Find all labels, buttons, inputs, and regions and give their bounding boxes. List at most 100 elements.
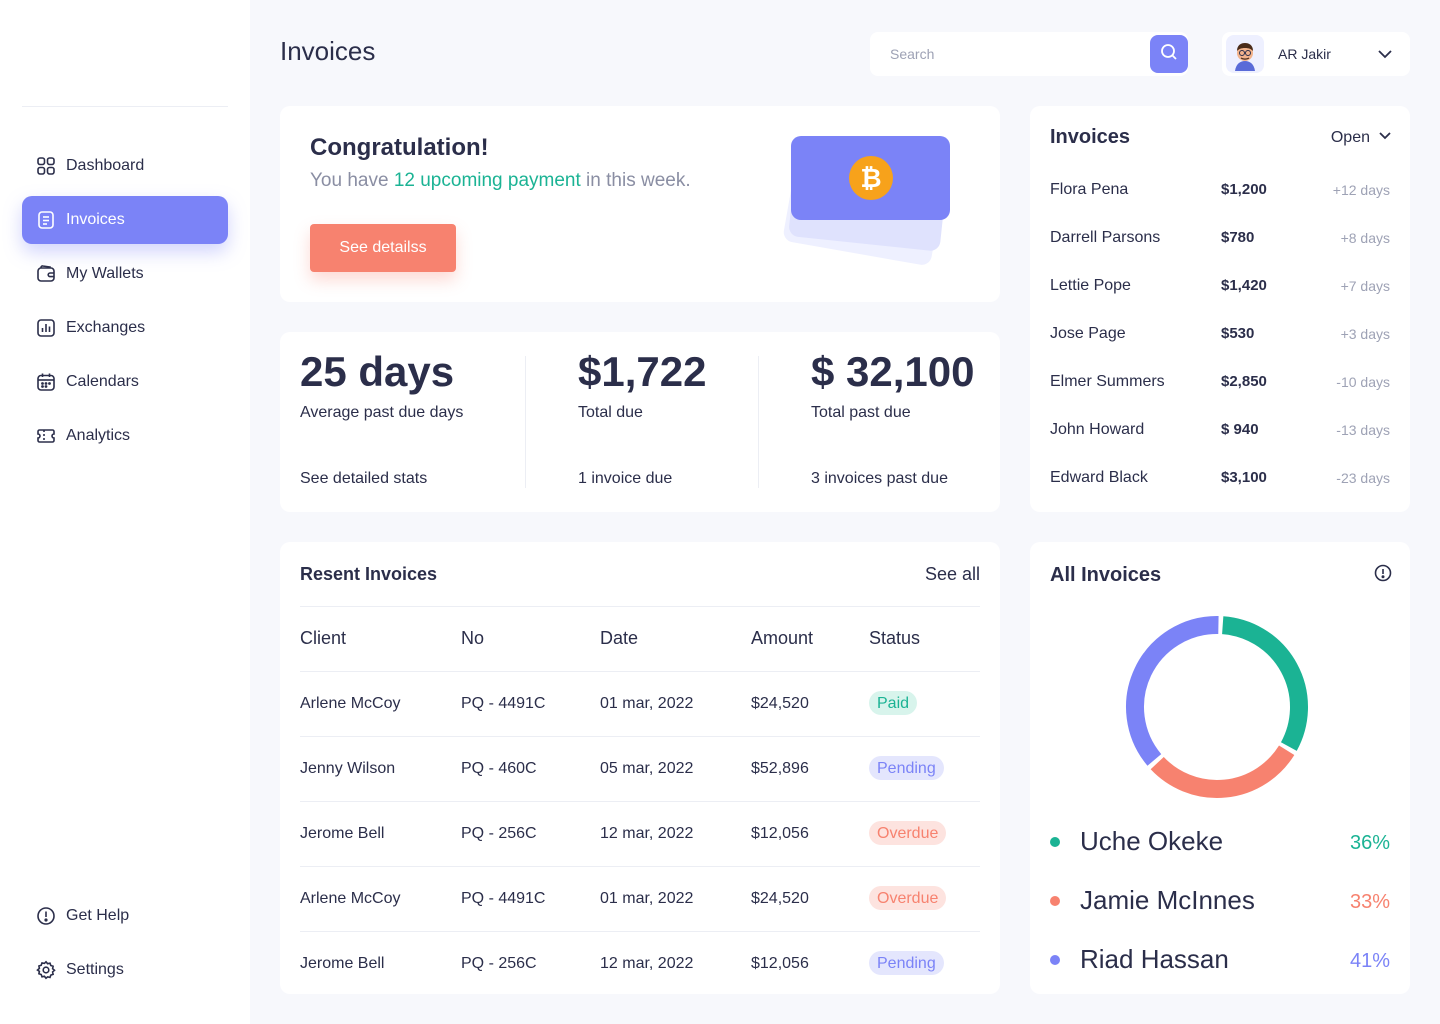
sidebar-item-label: Settings <box>66 961 124 978</box>
cell-no: PQ - 256C <box>461 825 537 842</box>
invoice-status-value: Open <box>1330 128 1370 146</box>
cell-date: 05 mar, 2022 <box>600 760 694 777</box>
invoices-panel-title: Invoices <box>1050 126 1131 148</box>
cell-date: 01 mar, 2022 <box>600 890 694 907</box>
sidebar-item-invoices[interactable]: Invoices <box>22 196 228 244</box>
cell-amount: $12,056 <box>751 955 809 972</box>
sidebar-item-get-help[interactable]: Get Help <box>22 892 228 940</box>
recent-invoices-card: Resent Invoices See all Client No Date A… <box>280 542 1000 994</box>
sidebar-item-label: Invoices <box>66 211 125 228</box>
grid-icon <box>36 156 56 176</box>
invoice-days: +8 days <box>1340 230 1390 246</box>
congrats-text: You have 12 upcoming payment in this wee… <box>310 170 691 192</box>
stats-card: 25 days Average past due days See detail… <box>280 332 1000 512</box>
legend-item: Uche Okeke 36% <box>1050 826 1390 856</box>
sidebar-item-exchanges[interactable]: Exchanges <box>22 304 228 352</box>
invoice-list-item[interactable]: Edward Black $3,100 -23 days <box>1050 469 1390 493</box>
search-icon <box>1160 43 1178 66</box>
legend-percent: 41% <box>1349 950 1390 972</box>
legend-percent: 33% <box>1349 891 1390 913</box>
stat-label: Total past due <box>811 404 911 421</box>
sidebar-item-label: Analytics <box>66 427 131 444</box>
sidebar-item-label: Dashboard <box>66 157 145 174</box>
stat-value: $1,722 <box>578 348 707 395</box>
cell-amount: $24,520 <box>751 890 809 907</box>
invoice-client-name: Flora Pena <box>1050 181 1129 198</box>
cell-date: 01 mar, 2022 <box>600 695 694 712</box>
invoice-days: +7 days <box>1340 278 1390 294</box>
column-header-amount[interactable]: Amount <box>751 628 813 649</box>
user-menu[interactable]: AR Jakir <box>1222 32 1410 76</box>
sidebar-item-label: Calendars <box>66 373 139 390</box>
upcoming-payment-highlight: 12 upcoming payment <box>393 170 581 191</box>
chart-icon <box>36 318 56 338</box>
sidebar-item-my-wallets[interactable]: My Wallets <box>22 250 228 298</box>
cell-no: PQ - 256C <box>461 955 537 972</box>
cell-no: PQ - 4491C <box>461 890 546 907</box>
invoice-list-item[interactable]: Elmer Summers $2,850 -10 days <box>1050 373 1390 397</box>
invoice-status-dropdown[interactable]: Open <box>1331 128 1392 147</box>
invoice-client-name: Darrell Parsons <box>1050 229 1161 246</box>
chevron-down-icon <box>1378 128 1392 147</box>
help-icon <box>36 906 56 926</box>
invoice-days: -10 days <box>1336 374 1390 390</box>
cell-date: 12 mar, 2022 <box>600 955 694 972</box>
sidebar-item-calendars[interactable]: Calendars <box>22 358 228 406</box>
invoice-list-item[interactable]: John Howard $ 940 -13 days <box>1050 421 1390 445</box>
ticket-icon <box>36 426 56 446</box>
donut-segment-riad-hassan <box>1126 616 1219 766</box>
sidebar-item-analytics[interactable]: Analytics <box>22 412 228 460</box>
invoice-client-name: Jose Page <box>1050 325 1126 342</box>
all-invoices-card: All Invoices Uche Okeke 36% Jamie McInnes 3… <box>1030 542 1410 994</box>
table-row-divider <box>300 736 980 737</box>
legend-name: Riad Hassan <box>1080 944 1229 974</box>
see-detailed-stats-link[interactable]: See detailed stats <box>300 470 427 488</box>
cell-client: Jenny Wilson <box>300 760 396 777</box>
chevron-down-icon <box>1376 45 1394 68</box>
column-header-no[interactable]: No <box>461 628 484 649</box>
cell-client: Jerome Bell <box>300 955 385 972</box>
sidebar-item-settings[interactable]: Settings <box>22 946 228 994</box>
stat-total-past-due: $ 32,100 Total past due 3 invoices past … <box>811 332 991 512</box>
invoice-client-name: Edward Black <box>1050 469 1148 486</box>
page-title: Invoices <box>280 36 376 66</box>
search-button[interactable] <box>1150 35 1188 73</box>
cell-client: Arlene McCoy <box>300 695 401 712</box>
user-name: AR Jakir <box>1278 46 1331 62</box>
cell-client: Jerome Bell <box>300 825 385 842</box>
column-header-status[interactable]: Status <box>869 628 920 649</box>
column-header-client[interactable]: Client <box>300 628 346 649</box>
cell-client: Arlene McCoy <box>300 890 401 907</box>
status-badge: Overdue <box>869 886 947 910</box>
status-badge: Paid <box>869 691 918 715</box>
invoice-list-item[interactable]: Darrell Parsons $780 +8 days <box>1050 229 1390 253</box>
search-input[interactable] <box>870 32 1150 76</box>
invoice-amount: $2,850 <box>1221 373 1267 390</box>
invoice-client-name: John Howard <box>1050 421 1145 438</box>
invoice-list-item[interactable]: Jose Page $530 +3 days <box>1050 325 1390 349</box>
wallet-icon <box>36 264 56 284</box>
invoice-list-item[interactable]: Flora Pena $1,200 +12 days <box>1050 181 1390 205</box>
legend-dot <box>1050 896 1060 906</box>
sidebar-divider <box>22 106 228 107</box>
cell-no: PQ - 460C <box>461 760 537 777</box>
sidebar-item-dashboard[interactable]: Dashboard <box>22 142 228 190</box>
cell-date: 12 mar, 2022 <box>600 825 694 842</box>
gear-icon <box>36 960 56 980</box>
stat-divider <box>525 356 526 488</box>
invoice-days: -23 days <box>1336 470 1390 486</box>
info-icon[interactable] <box>1374 564 1392 587</box>
legend-name: Uche Okeke <box>1080 826 1224 856</box>
invoice-client-name: Lettie Pope <box>1050 277 1131 294</box>
status-badge: Pending <box>869 951 944 975</box>
legend-item: Jamie McInnes 33% <box>1050 885 1390 915</box>
see-details-button[interactable]: See detailss <box>310 224 456 272</box>
svg-text:₿: ₿ <box>860 164 881 194</box>
invoice-list-item[interactable]: Lettie Pope $1,420 +7 days <box>1050 277 1390 301</box>
see-all-link[interactable]: See all <box>925 564 980 585</box>
legend-percent: 36% <box>1349 832 1390 854</box>
column-header-date[interactable]: Date <box>600 628 638 649</box>
sidebar-item-label: My Wallets <box>66 265 144 282</box>
cell-amount: $12,056 <box>751 825 809 842</box>
table-divider <box>300 606 980 607</box>
